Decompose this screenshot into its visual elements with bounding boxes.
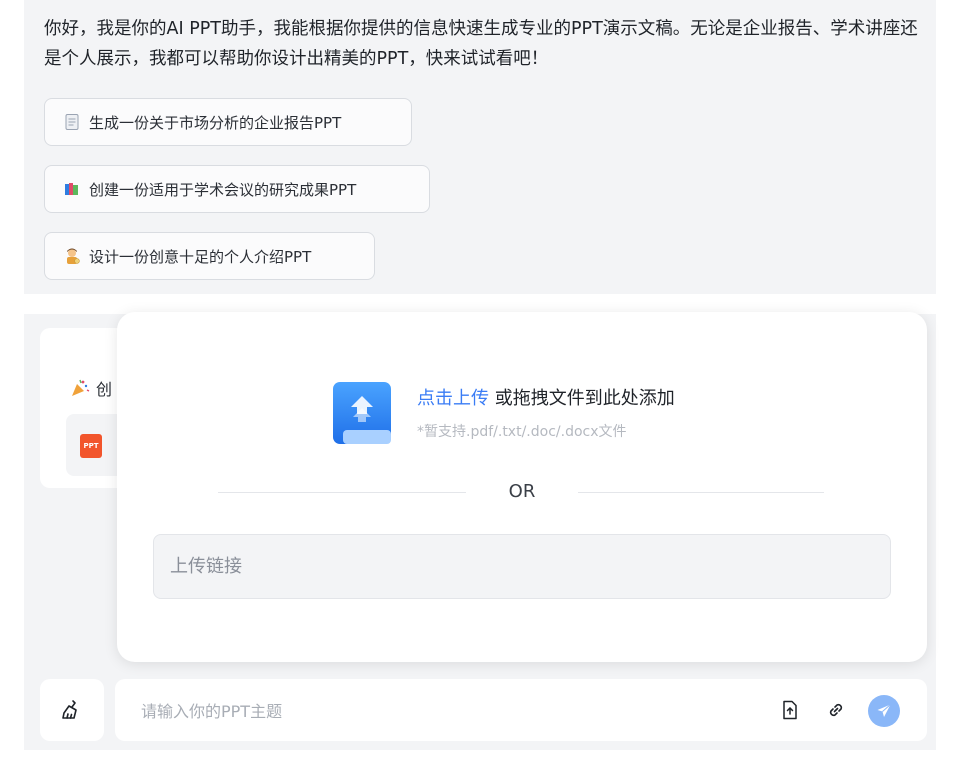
divider-right xyxy=(578,492,824,493)
upload-link-input[interactable] xyxy=(153,534,891,599)
suggestion-label: 设计一份创意十足的个人介绍PPT xyxy=(89,247,312,266)
click-upload-link[interactable]: 点击上传 xyxy=(417,388,489,409)
link-icon[interactable] xyxy=(825,699,847,721)
suggestion-market-report[interactable]: 生成一份关于市场分析的企业报告PPT xyxy=(44,98,412,146)
suggestion-label: 生成一份关于市场分析的企业报告PPT xyxy=(89,113,342,132)
send-button[interactable] xyxy=(868,695,900,727)
greeting-text: 你好，我是你的AI PPT助手，我能根据你提供的信息快速生成专业的PPT演示文稿… xyxy=(44,19,918,69)
suggestion-personal-intro[interactable]: 设计一份创意十足的个人介绍PPT xyxy=(44,232,375,280)
paper-plane-icon xyxy=(877,704,891,717)
upload-instruction-rest: 或拖拽文件到此处添加 xyxy=(489,388,675,409)
broom-icon xyxy=(62,700,77,719)
suggestion-research-results[interactable]: 创建一份适用于学术会议的研究成果PPT xyxy=(44,165,430,213)
upload-popover: 点击上传 或拖拽文件到此处添加 *暂支持.pdf/.txt/.doc/.docx… xyxy=(117,312,927,662)
supported-formats-hint: *暂支持.pdf/.txt/.doc/.docx文件 xyxy=(417,424,627,440)
file-upload-icon[interactable] xyxy=(779,699,801,721)
ppt-topic-input[interactable] xyxy=(139,679,743,743)
assistant-message: 你好，我是你的AI PPT助手，我能根据你提供的信息快速生成专业的PPT演示文稿… xyxy=(24,0,936,294)
books-icon xyxy=(63,180,81,198)
clear-chat-button[interactable] xyxy=(40,679,104,741)
suggestion-label: 创建一份适用于学术会议的研究成果PPT xyxy=(89,180,357,199)
party-popper-icon xyxy=(70,378,90,398)
composer xyxy=(115,679,927,743)
memo-icon xyxy=(63,113,81,131)
result-title-text: 创 xyxy=(96,380,113,399)
artist-icon xyxy=(63,247,81,265)
divider-left xyxy=(218,492,466,493)
or-separator: OR xyxy=(508,481,536,502)
ppt-file-icon: PPT xyxy=(80,434,102,458)
upload-instruction: 点击上传 或拖拽文件到此处添加 xyxy=(417,384,675,410)
upload-cloud-icon[interactable] xyxy=(333,382,391,444)
result-title: 创 xyxy=(70,376,112,400)
